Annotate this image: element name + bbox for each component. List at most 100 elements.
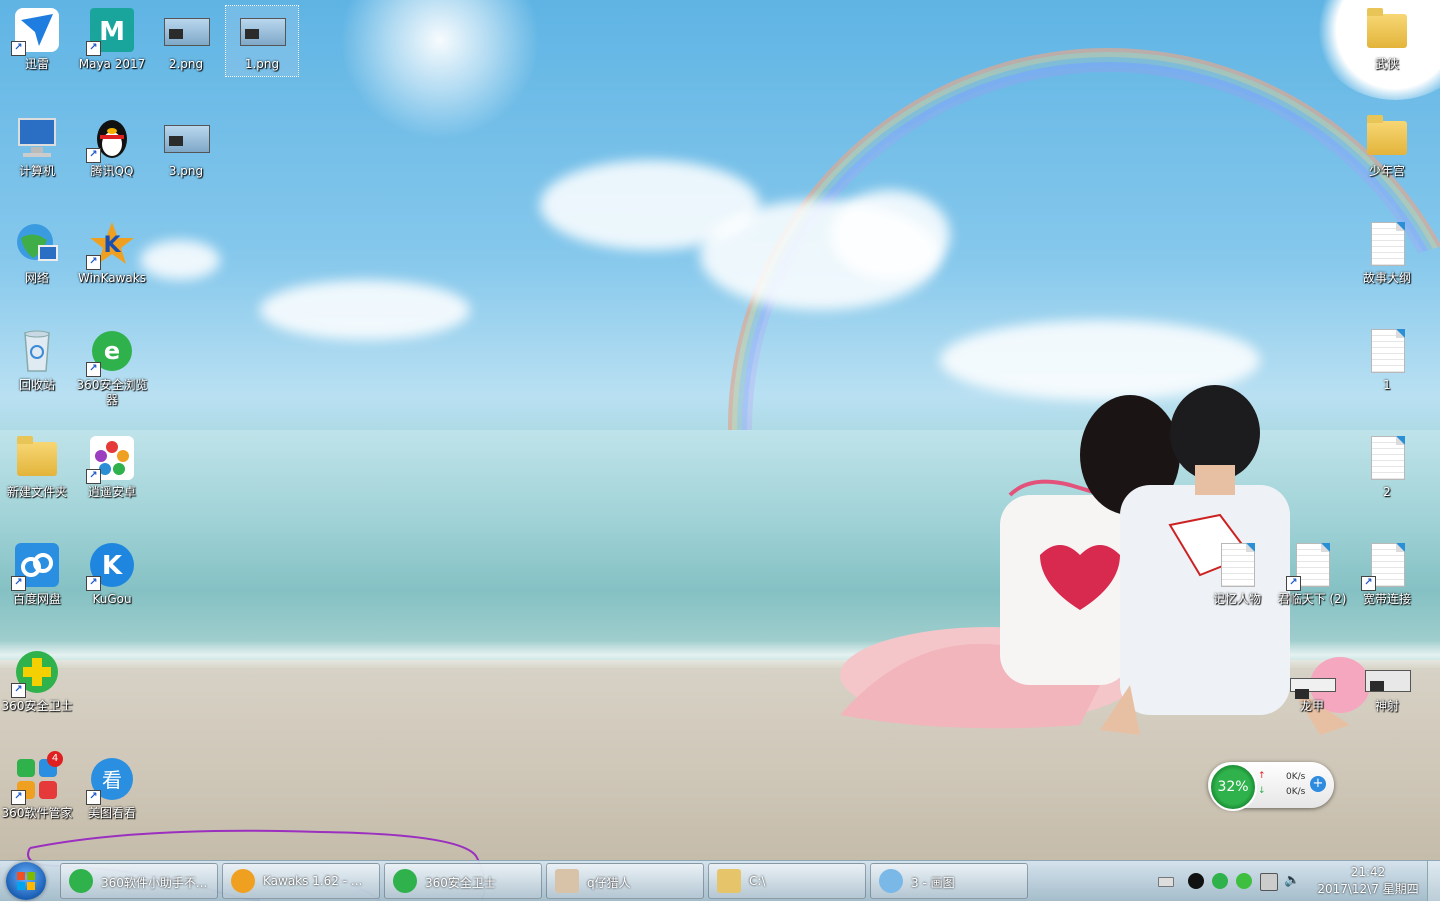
desktop-icon-3png[interactable]: 3.png (150, 113, 222, 179)
desktop-icon-360-safe[interactable]: ↗ 360安全卫士 (1, 648, 73, 714)
360-safe-icon (393, 869, 417, 893)
image-thumbnail-icon (164, 125, 210, 153)
image-thumbnail-icon (240, 18, 286, 46)
desktop-icon-2png[interactable]: 2.png (150, 6, 222, 72)
icon-label: 360安全卫士 (1, 699, 73, 713)
icon-label: 故事大纲 (1362, 271, 1411, 285)
sun-glow (340, 0, 540, 140)
desktop-icon-broadband[interactable]: ↗ 宽带连接 (1351, 541, 1423, 607)
shortcut-arrow-icon: ↗ (86, 576, 101, 591)
cloud (830, 190, 950, 280)
icon-label: 3.png (168, 164, 204, 178)
360-browser-icon (69, 869, 93, 893)
shortcut-arrow-icon: ↗ (86, 255, 101, 270)
desktop-icon-360-browser[interactable]: e ↗ 360安全浏览器 (76, 327, 148, 408)
desktop-icon-recycle-bin[interactable]: 回收站 (1, 327, 73, 393)
icon-label: WinKawaks (78, 271, 146, 285)
shortcut-arrow-icon: ↗ (11, 576, 26, 591)
taskbar-item-explorer[interactable]: C:\ (708, 863, 866, 899)
shortcut-arrow-icon: ↗ (86, 148, 101, 163)
desktop-icon-network[interactable]: 网络 (1, 220, 73, 286)
icon-label: 记忆人物 (1212, 592, 1261, 606)
taskbar: 360软件小助手不... Kawaks 1.62 - ... 360安全卫士 q… (0, 860, 1440, 901)
text-document-icon (1296, 543, 1330, 587)
desktop-icon-xiaoyao[interactable]: ↗ 逍遥安卓 (76, 434, 148, 500)
desktop-icon-qq[interactable]: ↗ 腾讯QQ (76, 113, 148, 179)
taskbar-item-label: Kawaks 1.62 - ... (263, 874, 363, 888)
desktop-icon-longjia[interactable]: 龙甲 (1276, 648, 1348, 714)
image-thumbnail-icon (1365, 670, 1411, 692)
icon-label: 迅雷 (24, 57, 49, 71)
desktop-icon-xunlei[interactable]: ↗ 迅雷 (1, 6, 73, 72)
desktop-icon-junlin[interactable]: ↗ 君临天下 (2) (1276, 541, 1348, 607)
icon-label: 宽带连接 (1362, 592, 1411, 606)
360-browser-tray-icon[interactable] (1236, 873, 1252, 889)
desktop-icon-shaoniangong[interactable]: 少年宫 (1351, 113, 1423, 179)
shortcut-arrow-icon: ↗ (11, 41, 26, 56)
text-document-icon (1371, 543, 1405, 587)
network-tray-icon[interactable] (1260, 873, 1278, 891)
desktop-icon-360-manager[interactable]: ↗ 4 360软件管家 (1, 751, 73, 821)
desktop-icon-maya[interactable]: M ↗ Maya 2017 (76, 6, 148, 72)
text-document-icon (1371, 222, 1405, 266)
desktop-icon-memory-characters[interactable]: 记忆人物 (1201, 541, 1273, 607)
desktop-icon-doc-1[interactable]: 1 (1351, 327, 1423, 393)
desktop-icon-doc-2[interactable]: 2 (1351, 434, 1423, 500)
taskbar-item-label: 3 - 画图 (911, 876, 955, 890)
upload-speed: 0K/s (1286, 772, 1306, 782)
desktop-icon-wuxia[interactable]: 武侠 (1351, 6, 1423, 72)
desktop-icon-new-folder[interactable]: 新建文件夹 (1, 434, 73, 500)
taskbar-item-kawaks[interactable]: Kawaks 1.62 - ... (222, 863, 380, 899)
cloud (260, 280, 470, 340)
text-document-icon (1221, 543, 1255, 587)
icon-label: 1.png (244, 57, 280, 71)
taskbar-item-360-assistant[interactable]: 360软件小助手不... (60, 863, 218, 899)
text-document-icon (1371, 329, 1405, 373)
desktop-icon-kugou[interactable]: K ↗ KuGou (76, 541, 148, 607)
icon-label: 百度网盘 (12, 592, 61, 606)
system-tray: 🔈 (1150, 861, 1310, 901)
icon-label: 腾讯QQ (90, 164, 134, 178)
desktop-icon-1png[interactable]: 1.png (225, 5, 299, 77)
keyboard-icon[interactable] (1158, 877, 1174, 887)
folder-icon (1367, 8, 1407, 48)
svg-text:看: 看 (102, 768, 122, 792)
icon-label: 龙甲 (1299, 699, 1324, 713)
net-speed-widget[interactable]: 32% ↑ ↓ 0K/s 0K/s + (1208, 762, 1334, 811)
memory-usage-ring[interactable]: 32% (1209, 763, 1257, 811)
icon-label: 2.png (168, 57, 204, 71)
explorer-folder-icon (717, 869, 741, 893)
clock-date: 2017\12\7 星期四 (1317, 882, 1419, 896)
notification-badge: 4 (47, 751, 63, 767)
folder-icon (1367, 115, 1407, 155)
volume-icon[interactable]: 🔈 (1284, 873, 1300, 889)
desktop-icon-baidu-netdisk[interactable]: ↗ 百度网盘 (1, 541, 73, 607)
360-safe-tray-icon[interactable] (1212, 873, 1228, 889)
icon-label: 逍遥安卓 (87, 485, 136, 499)
taskbar-item-label: 360软件小助手不... (101, 876, 208, 890)
desktop-icon-story-outline[interactable]: 故事大纲 (1351, 220, 1423, 286)
taskbar-item-paint[interactable]: 3 - 画图 (870, 863, 1028, 899)
desktop-icon-meitu[interactable]: 看 ↗ 美图看看 (76, 755, 148, 821)
desktop-icon-computer[interactable]: 计算机 (1, 113, 73, 179)
start-button[interactable] (6, 862, 46, 900)
icon-label: 君临天下 (2) (1277, 592, 1347, 606)
shortcut-arrow-icon: ↗ (86, 790, 101, 805)
folder-icon (17, 436, 57, 476)
text-document-icon (1371, 436, 1405, 480)
qq-tray-icon[interactable] (1188, 873, 1204, 889)
taskbar-item-label: q仔猎人 (587, 876, 631, 890)
download-arrow-icon: ↓ (1258, 786, 1266, 796)
icon-label: 武侠 (1374, 57, 1399, 71)
taskbar-item-label: 360安全卫士 (425, 876, 496, 890)
game-icon (555, 869, 579, 893)
taskbar-item-qzai[interactable]: q仔猎人 (546, 863, 704, 899)
icon-label: 少年宫 (1368, 164, 1405, 178)
download-speed: 0K/s (1286, 787, 1306, 797)
system-clock[interactable]: 21:42 2017\12\7 星期四 (1312, 864, 1424, 898)
taskbar-item-360-safe[interactable]: 360安全卫士 (384, 863, 542, 899)
accelerate-plus-icon[interactable]: + (1310, 776, 1326, 792)
desktop-icon-shenshe[interactable]: 神射 (1351, 648, 1423, 714)
show-desktop-button[interactable] (1427, 861, 1440, 901)
desktop-icon-winkawaks[interactable]: K ↗ WinKawaks (76, 220, 148, 286)
